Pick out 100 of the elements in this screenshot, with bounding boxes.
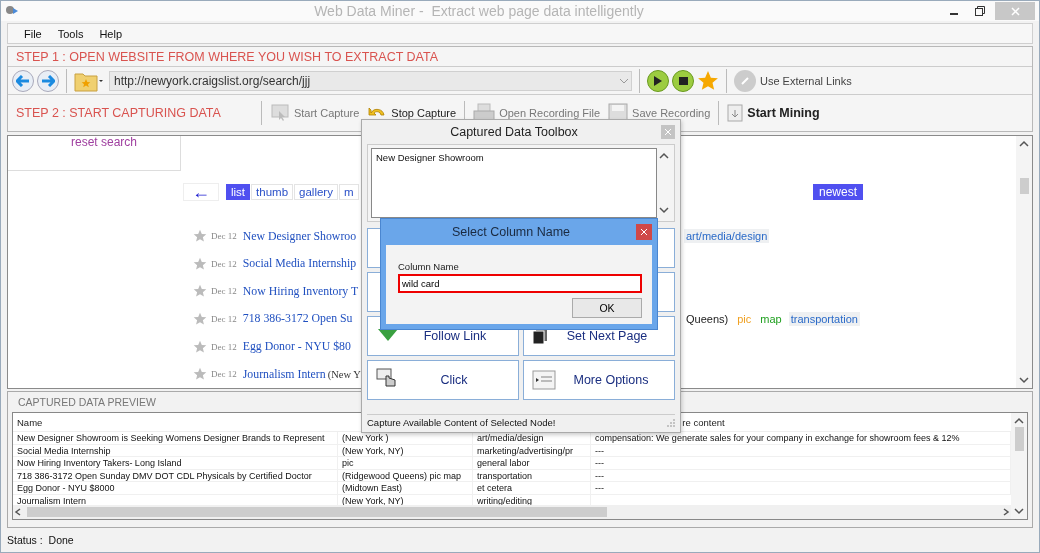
toolbar-button[interactable]: Stop Capture — [363, 104, 461, 122]
panel-title: Captured Data Toolbox — [449, 125, 579, 139]
view-tab[interactable]: m — [338, 183, 359, 200]
back-button[interactable] — [12, 69, 34, 92]
scroll-right-icon[interactable] — [1001, 508, 1011, 516]
listing-tag[interactable]: art/media/design — [684, 229, 770, 244]
address-field[interactable]: http://newyork.craigslist.org/search/jjj — [109, 70, 632, 91]
scroll-left-icon[interactable] — [13, 508, 23, 516]
scroll-up-icon[interactable] — [1014, 417, 1024, 425]
view-tab[interactable]: thumb — [251, 183, 294, 200]
scrollbar-thumb[interactable] — [1019, 178, 1029, 194]
status-label: Status : — [7, 534, 43, 546]
star-icon — [697, 69, 719, 92]
close-button[interactable] — [636, 224, 652, 240]
link-icon — [734, 69, 756, 92]
status-value: Done — [48, 534, 74, 546]
listing-link[interactable]: Now Hiring Inventory T — [242, 283, 359, 299]
star-icon — [193, 339, 207, 354]
listing-tag[interactable]: transportation — [788, 311, 860, 326]
listing-link[interactable]: New Designer Showroo — [242, 228, 357, 244]
table-cell: transportation — [473, 469, 591, 482]
horizontal-scrollbar[interactable] — [13, 505, 1011, 519]
stop-button[interactable] — [672, 69, 694, 92]
table-cell: 718 386-3172 Open Sunday DMV DOT CDL Physicals by Certified Doctor — [13, 469, 338, 482]
listing-date: Dec 12 — [211, 341, 237, 352]
play-button[interactable] — [647, 69, 669, 92]
listing-link[interactable]: Egg Donor - NYU $80 — [242, 339, 351, 355]
table-cell: pic — [338, 457, 473, 469]
listing-date: Dec 12 — [211, 231, 237, 242]
restore-icon — [975, 6, 985, 16]
listing-link[interactable]: Journalism Intern — [242, 366, 326, 382]
menu-item[interactable]: File — [18, 27, 48, 40]
table-cell: New Designer Showroom is Seeking Womens Designer Brands to Represent — [13, 432, 338, 444]
table-cell: Egg Donor - NYU $8000 — [13, 482, 338, 494]
table-cell: (New York, NY) — [338, 444, 473, 457]
column-name-field[interactable]: wild card — [398, 274, 642, 293]
back-arrow-link[interactable]: ← — [183, 182, 219, 201]
table-cell: Now Hiring Inventory Takers- Long Island — [13, 457, 338, 469]
scroll-down-icon[interactable] — [1014, 507, 1024, 515]
star-icon — [193, 256, 207, 271]
star-icon — [193, 229, 207, 244]
listing-link[interactable]: Social Media Internship — [242, 256, 357, 272]
close-icon — [1010, 6, 1020, 16]
action-button[interactable]: Click — [367, 360, 519, 400]
reset-search-link[interactable]: reset search — [71, 136, 137, 170]
download-icon — [727, 104, 744, 122]
captured-text-field[interactable]: New Designer Showroom — [371, 148, 657, 218]
column-header: Name — [17, 416, 43, 428]
listing-location: Queens) — [685, 311, 730, 326]
window-icon — [532, 370, 556, 390]
column-header: re content — [682, 416, 725, 428]
view-tab[interactable]: gallery — [294, 183, 338, 200]
window-title: Web Data Miner - Extract web page data intelligently — [313, 3, 645, 19]
scrollbar[interactable] — [1016, 136, 1032, 388]
close-icon — [665, 129, 671, 135]
action-button[interactable]: More Options — [523, 360, 675, 400]
menu-item[interactable]: Tools — [51, 27, 90, 40]
listing-date: Dec 12 — [211, 313, 237, 324]
star-button[interactable] — [697, 69, 719, 92]
star-icon — [193, 367, 207, 382]
scroll-down-icon[interactable] — [659, 206, 669, 214]
scrollbar-thumb[interactable] — [1014, 427, 1024, 451]
table-cell: general labor — [473, 457, 591, 469]
sort-button[interactable]: newest — [812, 183, 863, 200]
dialog-title: Select Column Name — [450, 225, 572, 239]
play-icon — [654, 75, 662, 86]
listing-date: Dec 12 — [211, 286, 237, 297]
table-cell: (Ridgewood Queens) pic map — [338, 469, 473, 482]
stop-icon — [678, 76, 688, 85]
scroll-up-icon[interactable] — [659, 152, 669, 160]
star-icon — [193, 284, 207, 299]
status-text: Capture Available Content of Selected Node! — [367, 417, 556, 428]
listing-date: Dec 12 — [211, 369, 237, 380]
section-title: CAPTURED DATA PREVIEW — [17, 395, 157, 410]
forward-button[interactable] — [37, 69, 59, 92]
menu-item[interactable]: Help — [93, 27, 129, 40]
external-links-button[interactable]: Use External Links — [734, 69, 852, 92]
star-icon — [193, 311, 207, 326]
table-cell: et cetera — [473, 482, 591, 494]
scroll-down-icon[interactable] — [1019, 376, 1029, 384]
table-cell: Social Media Internship — [13, 444, 338, 457]
scroll-up-icon[interactable] — [1019, 140, 1029, 148]
step-label: STEP 2 : START CAPTURING DATA — [16, 106, 221, 120]
toolbar-button[interactable]: Start Mining — [723, 104, 824, 122]
view-tab[interactable]: list — [226, 183, 251, 200]
table-cell: marketing/advertising/pr — [473, 444, 591, 457]
pointer-icon — [269, 103, 290, 123]
resize-grip-icon[interactable] — [667, 418, 675, 427]
table-cell: (Midtown East) — [338, 482, 473, 494]
step-label: STEP 1 : OPEN WEBSITE FROM WHERE YOU WISH TO EXTRACT DATA — [16, 49, 439, 64]
listing-link[interactable]: 718 386-3172 Open Su — [242, 311, 353, 327]
listing-location: (New Y — [327, 368, 361, 380]
listing-tag[interactable]: map — [758, 311, 784, 326]
forward-arrow-icon — [41, 74, 55, 87]
scrollbar[interactable] — [1011, 413, 1027, 519]
back-arrow-icon — [16, 74, 30, 87]
listing-date: Dec 12 — [211, 258, 237, 269]
close-icon — [641, 229, 647, 235]
ok-button[interactable]: OK — [572, 298, 642, 318]
scrollbar-thumb[interactable] — [27, 507, 607, 517]
